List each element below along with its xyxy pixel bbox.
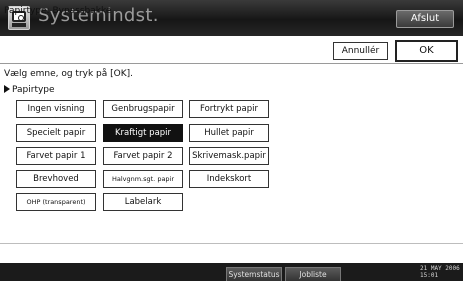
option-specielt-papir[interactable]: Specielt papir	[16, 124, 96, 142]
ok-button[interactable]: OK	[395, 40, 458, 62]
option-hullet-papir[interactable]: Hullet papir	[189, 124, 269, 142]
option-fortrykt-papir[interactable]: Fortrykt papir	[189, 100, 269, 118]
option-brevhoved[interactable]: Brevhoved	[16, 170, 96, 188]
cancel-button[interactable]: Annullér	[333, 42, 388, 60]
option-farvet-papir-2[interactable]: Farvet papir 2	[103, 147, 183, 165]
triangle-right-icon	[4, 85, 10, 93]
section-heading-label: Papirtype	[12, 85, 55, 95]
option-labelark[interactable]: Labelark	[103, 193, 183, 211]
date-time: 21 MAY 2006 15:01	[420, 265, 460, 279]
option-indekskort[interactable]: Indekskort	[189, 170, 269, 188]
date-label: 21 MAY 2006	[420, 265, 460, 272]
option-halvgennemsigtigt-papir[interactable]: Halvgnm.sgt. papir	[103, 170, 183, 188]
content-divider	[0, 243, 463, 244]
system-status-button[interactable]: Systemstatus	[226, 267, 282, 281]
exit-button[interactable]: Afslut	[396, 10, 454, 28]
option-genbrugspapir[interactable]: Genbrugspapir	[103, 100, 183, 118]
instruction-text: Vælg emne, og tryk på [OK].	[4, 69, 134, 79]
setting-path-label: Papirtype: Bypassbakke	[4, 6, 112, 16]
option-ingen-visning[interactable]: Ingen visning	[16, 100, 96, 118]
option-kraftigt-papir[interactable]: Kraftigt papir	[103, 124, 183, 142]
option-skrivemask-papir[interactable]: Skrivemask.papir	[189, 147, 269, 165]
section-heading: Papirtype	[4, 85, 55, 95]
option-ohp-transparent[interactable]: OHP (transparent)	[16, 193, 96, 211]
header-bar	[0, 38, 463, 62]
job-list-button[interactable]: Jobliste	[285, 267, 341, 281]
time-label: 15:01	[420, 272, 439, 279]
option-farvet-papir-1[interactable]: Farvet papir 1	[16, 147, 96, 165]
header-divider	[0, 63, 463, 64]
